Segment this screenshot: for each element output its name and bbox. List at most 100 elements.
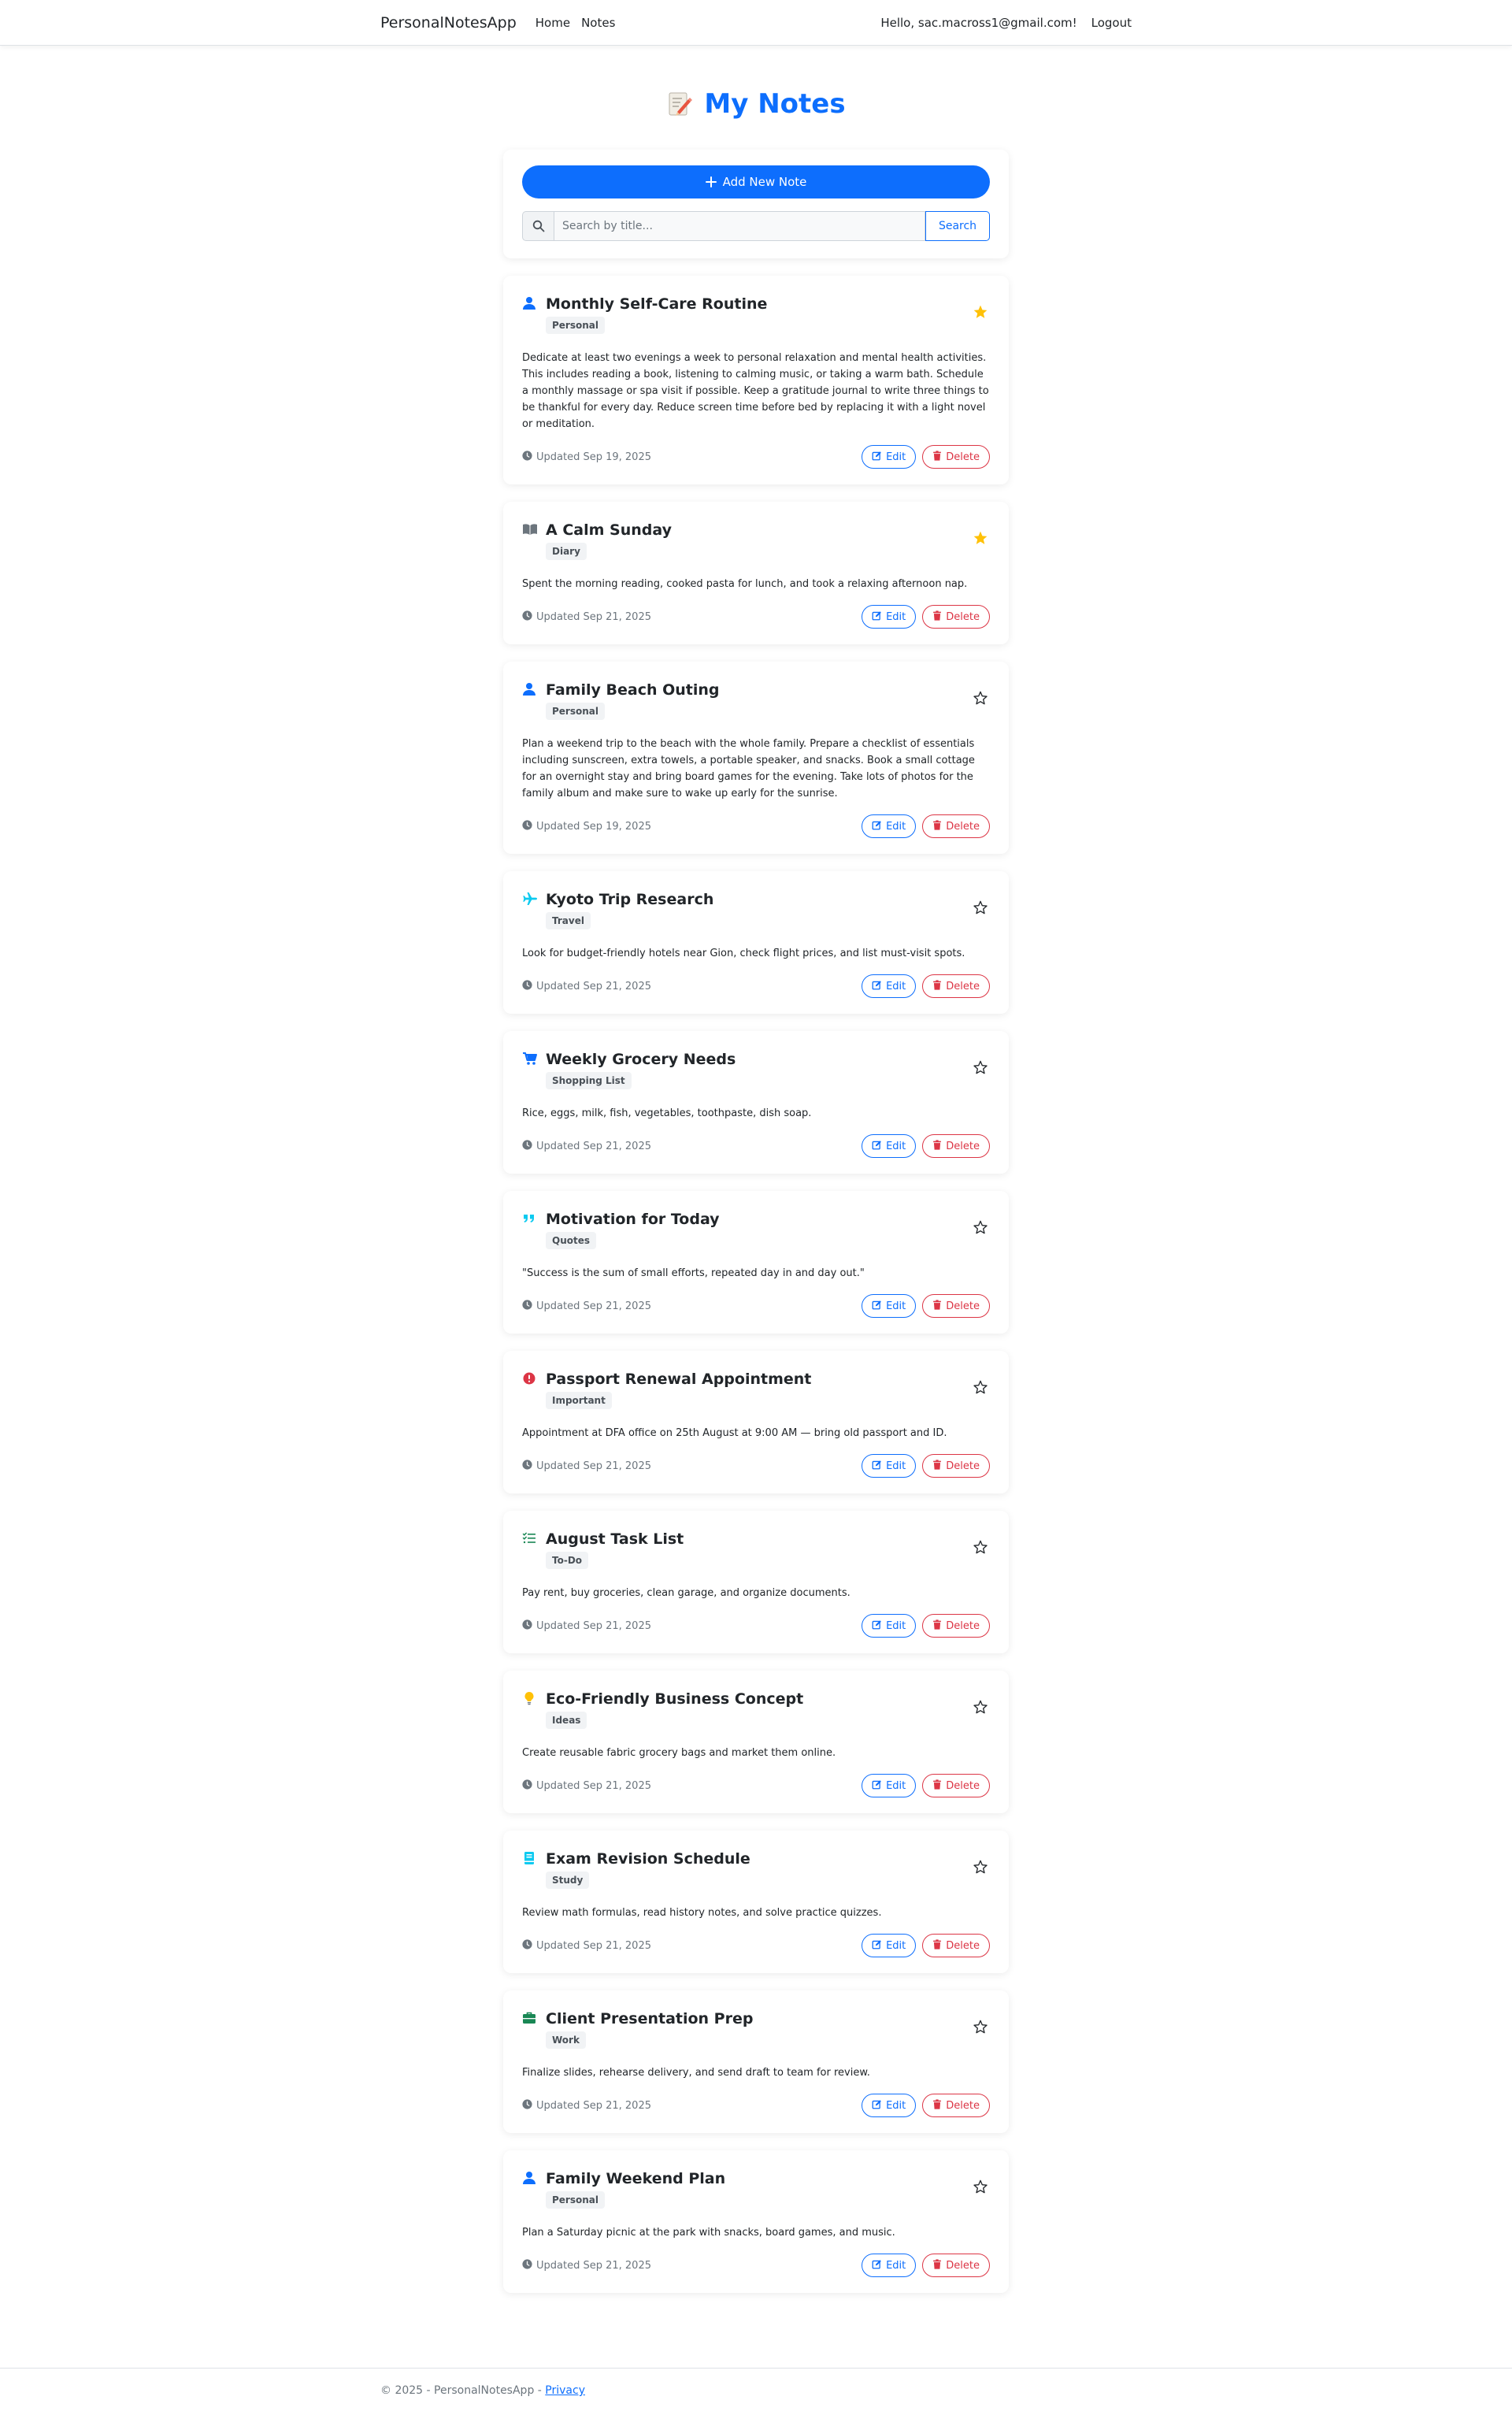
- star-outline-icon[interactable]: [973, 2019, 988, 2035]
- note-header: Client Presentation Prep Work: [522, 2009, 990, 2049]
- note-title-group: Kyoto Trip Research Travel: [546, 890, 713, 929]
- person-icon: [522, 2171, 536, 2185]
- star-outline-icon[interactable]: [973, 900, 988, 915]
- edit-button[interactable]: Edit: [862, 1454, 917, 1478]
- nav-link-home[interactable]: Home: [536, 16, 570, 30]
- trash-icon: [932, 1619, 942, 1633]
- edit-label: Edit: [886, 610, 906, 623]
- star-outline-icon[interactable]: [973, 1539, 988, 1555]
- note-card: Motivation for Today Quotes "Success is …: [503, 1191, 1009, 1334]
- edit-button[interactable]: Edit: [862, 1134, 917, 1158]
- lightbulb-icon: [522, 1691, 536, 1705]
- brand-link[interactable]: PersonalNotesApp: [380, 14, 517, 32]
- star-outline-icon[interactable]: [973, 1379, 988, 1395]
- privacy-link[interactable]: Privacy: [545, 2384, 585, 2397]
- delete-button[interactable]: Delete: [922, 1614, 990, 1638]
- note-title-group: Monthly Self-Care Routine Personal: [546, 295, 767, 334]
- note-footer: Updated Sep 21, 2025 Edit Delete: [522, 1934, 990, 1957]
- note-title: Motivation for Today: [546, 1211, 720, 1228]
- note-header: August Task List To-Do: [522, 1530, 990, 1569]
- edit-button[interactable]: Edit: [862, 1774, 917, 1797]
- note-title: August Task List: [546, 1530, 684, 1548]
- edit-icon: [872, 610, 882, 624]
- note-card: Passport Renewal Appointment Important A…: [503, 1351, 1009, 1493]
- trash-icon: [932, 610, 942, 624]
- delete-button[interactable]: Delete: [922, 1134, 990, 1158]
- clock-icon: [522, 1299, 532, 1313]
- note-header: Family Beach Outing Personal: [522, 681, 990, 720]
- updated-date: Updated Sep 21, 2025: [536, 1300, 651, 1312]
- edit-button[interactable]: Edit: [862, 2094, 917, 2117]
- star-outline-icon[interactable]: [973, 1219, 988, 1235]
- delete-button[interactable]: Delete: [922, 605, 990, 629]
- edit-label: Edit: [886, 1460, 906, 1472]
- delete-label: Delete: [946, 980, 980, 992]
- delete-button[interactable]: Delete: [922, 814, 990, 838]
- updated-date: Updated Sep 21, 2025: [536, 2099, 651, 2112]
- note-footer: Updated Sep 21, 2025 Edit Delete: [522, 1614, 990, 1638]
- note-header: Kyoto Trip Research Travel: [522, 890, 990, 929]
- delete-button[interactable]: Delete: [922, 1294, 990, 1318]
- note-title: Family Beach Outing: [546, 681, 720, 699]
- category-badge: Work: [546, 2031, 586, 2049]
- note-content: Rice, eggs, milk, fish, vegetables, toot…: [522, 1107, 812, 1119]
- note-title: Weekly Grocery Needs: [546, 1051, 736, 1068]
- delete-button[interactable]: Delete: [922, 2254, 990, 2277]
- edit-label: Edit: [886, 1779, 906, 1792]
- category-badge: Personal: [546, 2191, 605, 2209]
- delete-button[interactable]: Delete: [922, 1774, 990, 1797]
- category-badge: Important: [546, 1392, 612, 1409]
- star-filled-icon[interactable]: [973, 304, 988, 320]
- edit-button[interactable]: Edit: [862, 974, 917, 998]
- note-header: Family Weekend Plan Personal: [522, 2169, 990, 2209]
- star-outline-icon[interactable]: [973, 1859, 988, 1875]
- note-title-group: A Calm Sunday Diary: [546, 521, 672, 560]
- note-card: Family Beach Outing Personal Plan a week…: [503, 662, 1009, 854]
- delete-button[interactable]: Delete: [922, 2094, 990, 2117]
- edit-button[interactable]: Edit: [862, 2254, 917, 2277]
- star-outline-icon[interactable]: [973, 1059, 988, 1075]
- updated-info: Updated Sep 21, 2025: [522, 610, 651, 624]
- delete-label: Delete: [946, 451, 980, 463]
- trash-icon: [932, 979, 942, 993]
- edit-button[interactable]: Edit: [862, 605, 917, 629]
- updated-info: Updated Sep 21, 2025: [522, 1619, 651, 1633]
- trash-icon: [932, 819, 942, 833]
- trash-icon: [932, 1459, 942, 1473]
- updated-date: Updated Sep 19, 2025: [536, 820, 651, 833]
- edit-button[interactable]: Edit: [862, 814, 917, 838]
- delete-button[interactable]: Delete: [922, 1934, 990, 1957]
- note-content: Plan a weekend trip to the beach with th…: [522, 738, 975, 799]
- updated-info: Updated Sep 21, 2025: [522, 1459, 651, 1473]
- edit-button[interactable]: Edit: [862, 445, 917, 469]
- edit-button[interactable]: Edit: [862, 1614, 917, 1638]
- star-outline-icon[interactable]: [973, 690, 988, 706]
- star-filled-icon[interactable]: [973, 530, 988, 546]
- updated-info: Updated Sep 21, 2025: [522, 979, 651, 993]
- note-header: Eco-Friendly Business Concept Ideas: [522, 1690, 990, 1729]
- briefcase-icon: [522, 2011, 536, 2025]
- delete-button[interactable]: Delete: [922, 974, 990, 998]
- edit-icon: [872, 2259, 882, 2272]
- clock-icon: [522, 450, 532, 464]
- edit-icon: [872, 1460, 882, 1473]
- add-note-button[interactable]: Add New Note: [522, 165, 990, 198]
- star-outline-icon[interactable]: [973, 2179, 988, 2194]
- user-greeting[interactable]: Hello, sac.macross1@gmail.com!: [880, 16, 1077, 30]
- edit-icon: [872, 1939, 882, 1953]
- updated-info: Updated Sep 21, 2025: [522, 2098, 651, 2113]
- notes-list: Monthly Self-Care Routine Personal Dedic…: [503, 276, 1009, 2293]
- search-input[interactable]: [554, 211, 925, 241]
- delete-button[interactable]: Delete: [922, 445, 990, 469]
- note-title-group: Weekly Grocery Needs Shopping List: [546, 1050, 736, 1089]
- note-title: Passport Renewal Appointment: [546, 1371, 812, 1388]
- delete-button[interactable]: Delete: [922, 1454, 990, 1478]
- search-button[interactable]: Search: [925, 211, 990, 241]
- edit-button[interactable]: Edit: [862, 1934, 917, 1957]
- edit-button[interactable]: Edit: [862, 1294, 917, 1318]
- note-content: Finalize slides, rehearse delivery, and …: [522, 2067, 870, 2079]
- star-outline-icon[interactable]: [973, 1699, 988, 1715]
- logout-link[interactable]: Logout: [1091, 16, 1132, 30]
- note-card: Exam Revision Schedule Study Review math…: [503, 1831, 1009, 1973]
- nav-link-notes[interactable]: Notes: [581, 16, 615, 30]
